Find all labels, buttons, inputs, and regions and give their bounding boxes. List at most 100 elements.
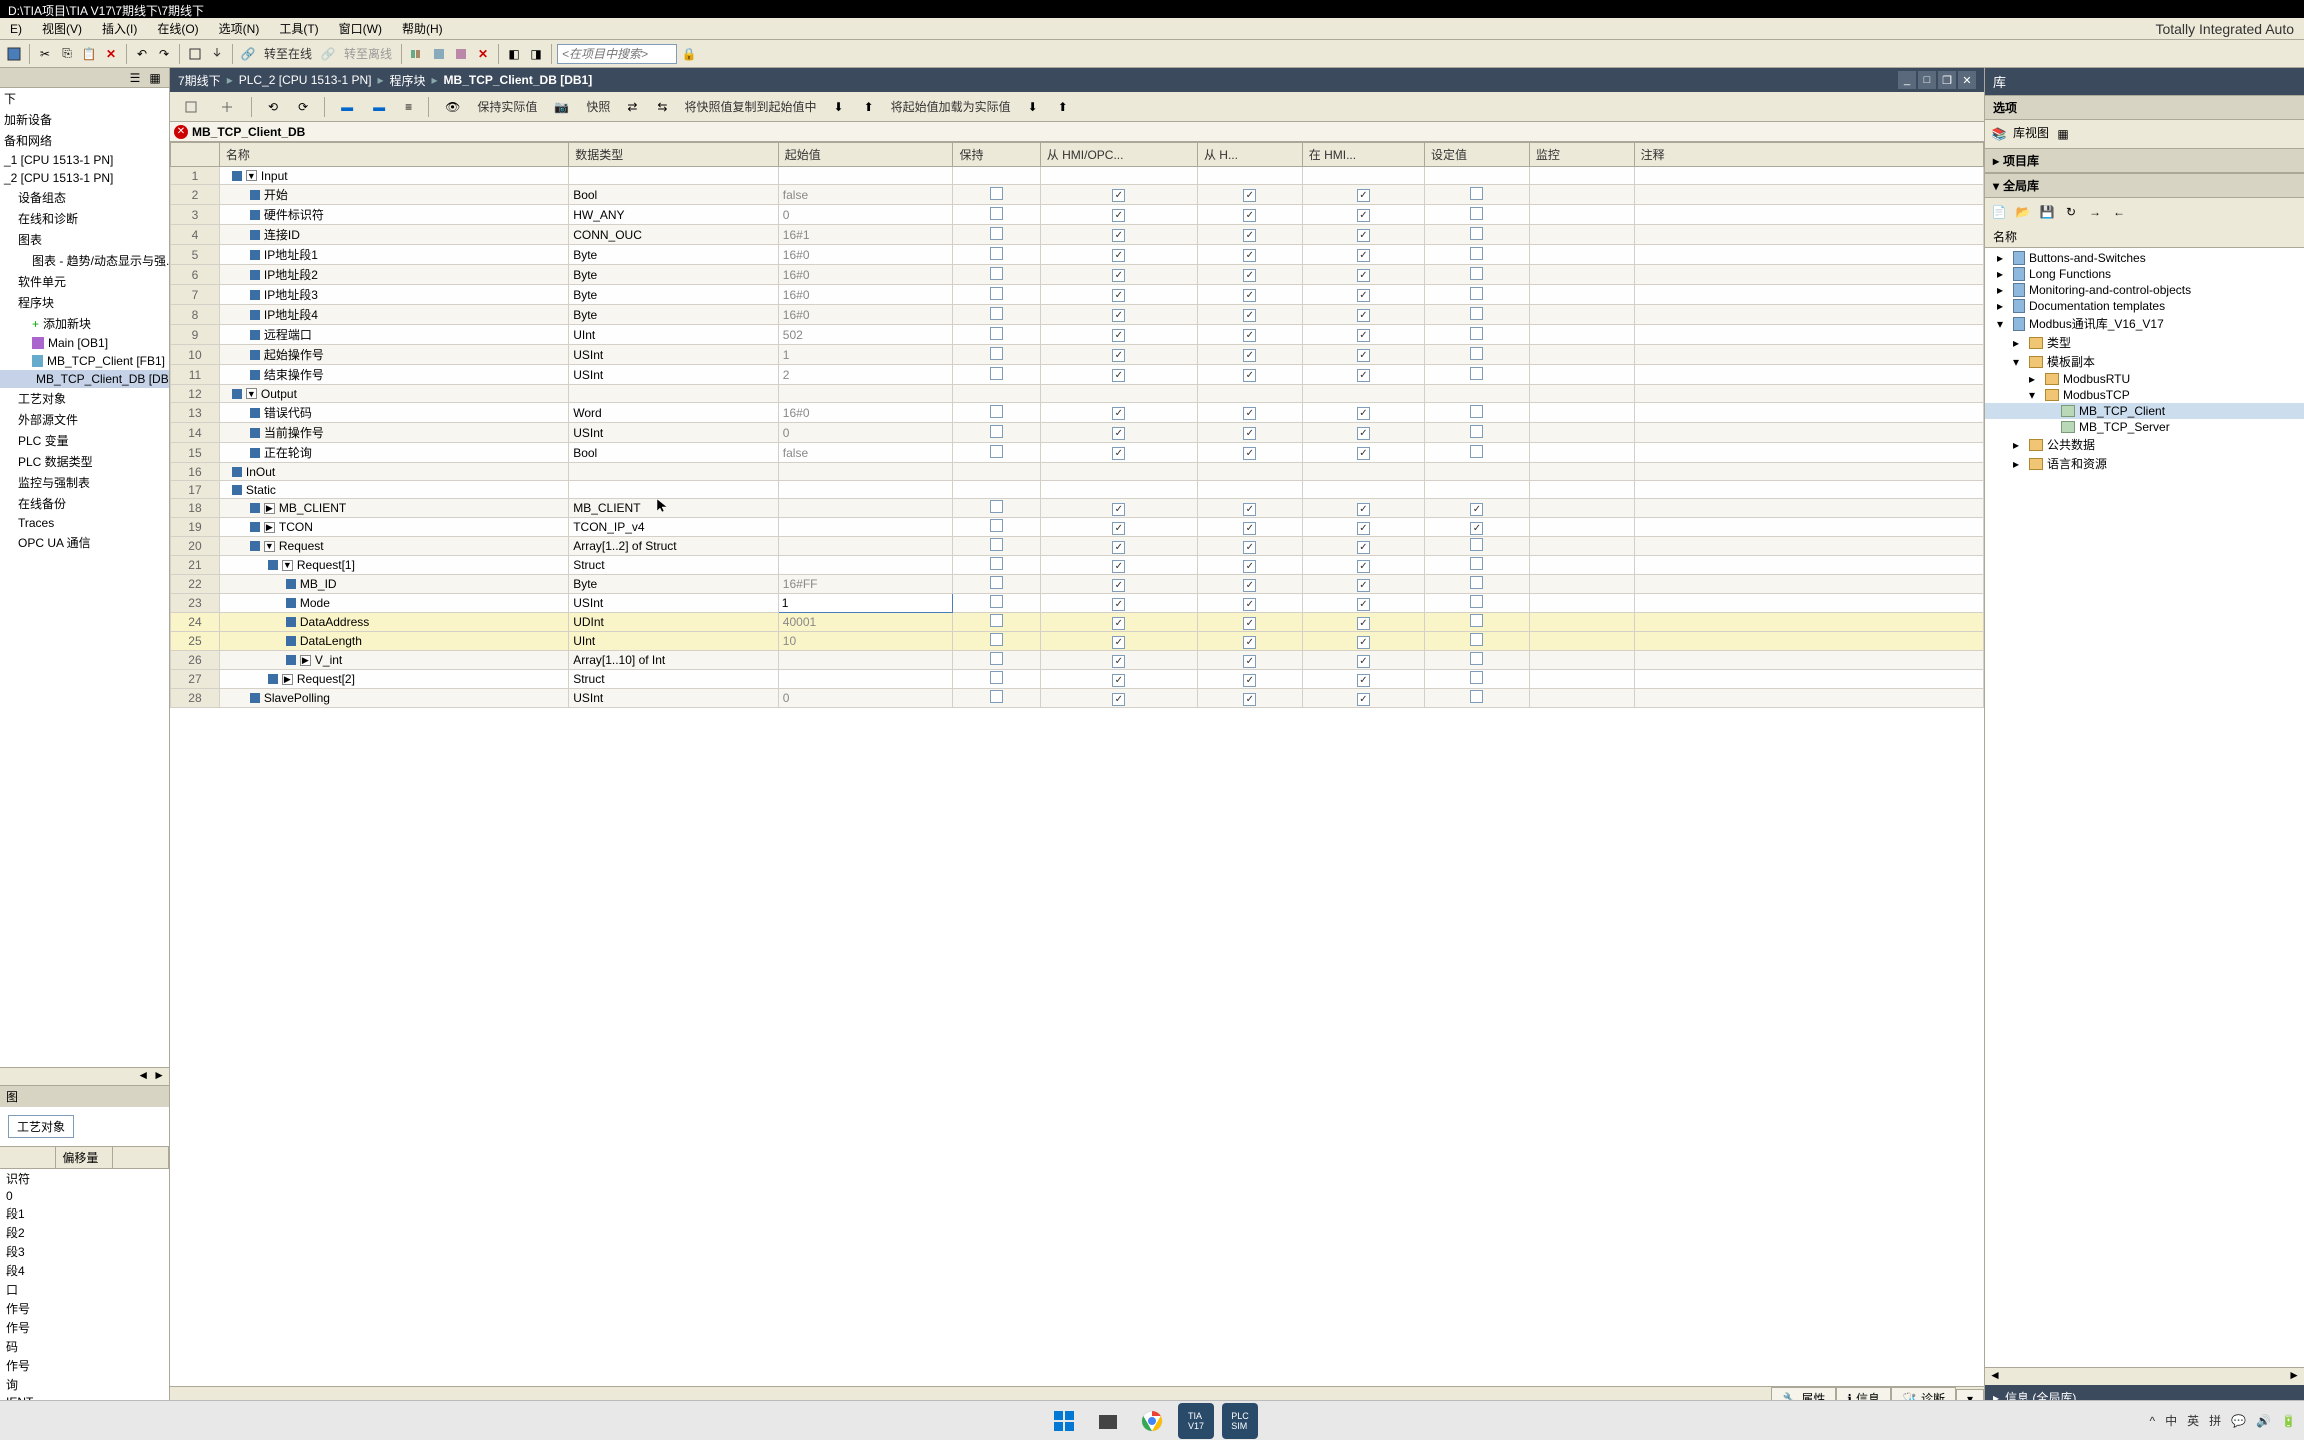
comment-cell[interactable] [1634,385,1983,403]
checkbox[interactable] [1357,369,1370,382]
checkbox[interactable] [990,425,1003,438]
checkbox-cell[interactable] [1425,463,1530,481]
checkbox-cell[interactable] [1197,403,1302,423]
checkbox[interactable] [1112,427,1125,440]
checkbox-cell[interactable] [953,167,1040,185]
checkbox[interactable] [1112,309,1125,322]
column-header[interactable]: 注释 [1634,143,1983,167]
checkbox[interactable] [1470,227,1483,240]
checkbox-cell[interactable] [1425,499,1530,518]
checkbox[interactable] [1357,229,1370,242]
toolbar-icon[interactable]: ⬆ [857,96,881,118]
checkbox[interactable] [1243,522,1256,535]
checkbox[interactable] [1470,557,1483,570]
checkbox[interactable] [1470,327,1483,340]
new-lib-icon[interactable]: 📄 [1989,202,2009,222]
checkbox-cell[interactable] [953,403,1040,423]
checkbox-cell[interactable] [953,205,1040,225]
detail-row[interactable]: 码 [0,1337,169,1356]
start-value-cell[interactable] [778,499,953,518]
checkbox-cell[interactable] [953,651,1040,670]
checkbox[interactable] [1243,407,1256,420]
checkbox-cell[interactable] [1040,265,1197,285]
scroll-right-icon[interactable]: ► [153,1068,165,1085]
checkbox-cell[interactable] [1302,670,1424,689]
download-icon[interactable] [207,44,227,64]
expand-icon[interactable]: ▶ [264,522,275,533]
checkbox[interactable] [1470,614,1483,627]
copy-icon[interactable]: ⎘ [57,44,77,64]
table-row[interactable]: 26▶V_intArray[1..10] of Int [171,651,1984,670]
checkbox-cell[interactable] [1040,632,1197,651]
name-cell[interactable]: 硬件标识符 [219,205,568,225]
checkbox[interactable] [1112,541,1125,554]
name-cell[interactable]: ▼Request [219,537,568,556]
type-cell[interactable]: USInt [569,365,779,385]
checkbox[interactable] [1243,541,1256,554]
checkbox[interactable] [1243,369,1256,382]
name-cell[interactable]: ▼Output [219,385,568,403]
checkbox[interactable] [1243,209,1256,222]
start-value-cell[interactable]: 16#1 [778,225,953,245]
checkbox[interactable] [1112,269,1125,282]
go-online-icon[interactable]: 🔗 [238,44,258,64]
checkbox[interactable] [990,576,1003,589]
menu-item[interactable]: 插入(I) [92,17,147,40]
tray-ime[interactable]: 拼 [2209,1412,2221,1429]
checkbox[interactable] [1243,329,1256,342]
checkbox[interactable] [1357,503,1370,516]
tree-item[interactable]: 在线和诊断 [0,208,169,229]
checkbox-cell[interactable] [1425,537,1530,556]
type-cell[interactable]: Array[1..10] of Int [569,651,779,670]
checkbox[interactable] [1470,247,1483,260]
comment-cell[interactable] [1634,463,1983,481]
refresh-icon[interactable]: ↻ [2061,202,2081,222]
name-cell[interactable]: InOut [219,463,568,481]
column-header[interactable]: 起始值 [778,143,953,167]
checkbox[interactable] [990,500,1003,513]
type-cell[interactable]: CONN_OUC [569,225,779,245]
lib-tree-item[interactable]: ▸ 公共数据 [1985,435,2304,454]
checkbox-cell[interactable] [1040,481,1197,499]
checkbox-cell[interactable] [1040,613,1197,632]
redo-icon[interactable]: ↷ [154,44,174,64]
go-online-label[interactable]: 转至在线 [260,45,316,62]
checkbox[interactable] [1112,560,1125,573]
checkbox[interactable] [1470,595,1483,608]
type-cell[interactable]: Struct [569,670,779,689]
checkbox-cell[interactable] [1040,205,1197,225]
expand-icon[interactable]: ▶ [282,674,293,685]
table-row[interactable]: 1▼Input [171,167,1984,185]
comment-cell[interactable] [1634,670,1983,689]
checkbox[interactable] [990,347,1003,360]
name-cell[interactable]: SlavePolling [219,689,568,708]
start-value-cell[interactable] [778,537,953,556]
menu-item[interactable]: E) [0,19,32,39]
start-value-cell[interactable]: 0 [778,689,953,708]
checkbox-cell[interactable] [1040,185,1197,205]
name-cell[interactable]: ▼Request[1] [219,556,568,575]
scroll-left-icon[interactable]: ◄ [137,1068,149,1085]
start-value-cell[interactable]: false [778,185,953,205]
tree-item[interactable]: Traces [0,514,169,532]
menu-item[interactable]: 视图(V) [32,17,92,40]
menu-item[interactable]: 工具(T) [269,17,328,40]
tree-item[interactable]: 备和网络 [0,130,169,151]
checkbox[interactable] [1357,636,1370,649]
checkbox-cell[interactable] [1197,167,1302,185]
checkbox[interactable] [1243,229,1256,242]
checkbox-cell[interactable] [1425,613,1530,632]
checkbox-cell[interactable] [1425,481,1530,499]
name-cell[interactable]: ▶MB_CLIENT [219,499,568,518]
column-header[interactable]: 监控 [1529,143,1634,167]
checkbox-cell[interactable] [1302,518,1424,537]
checkbox-cell[interactable] [1197,285,1302,305]
checkbox-cell[interactable] [1425,670,1530,689]
checkbox-cell[interactable] [1302,537,1424,556]
tree-item[interactable]: _1 [CPU 1513-1 PN] [0,151,169,169]
detail-row[interactable]: 作号 [0,1299,169,1318]
checkbox-cell[interactable] [1302,556,1424,575]
checkbox-cell[interactable] [1425,185,1530,205]
name-cell[interactable]: DataLength [219,632,568,651]
comment-cell[interactable] [1634,167,1983,185]
